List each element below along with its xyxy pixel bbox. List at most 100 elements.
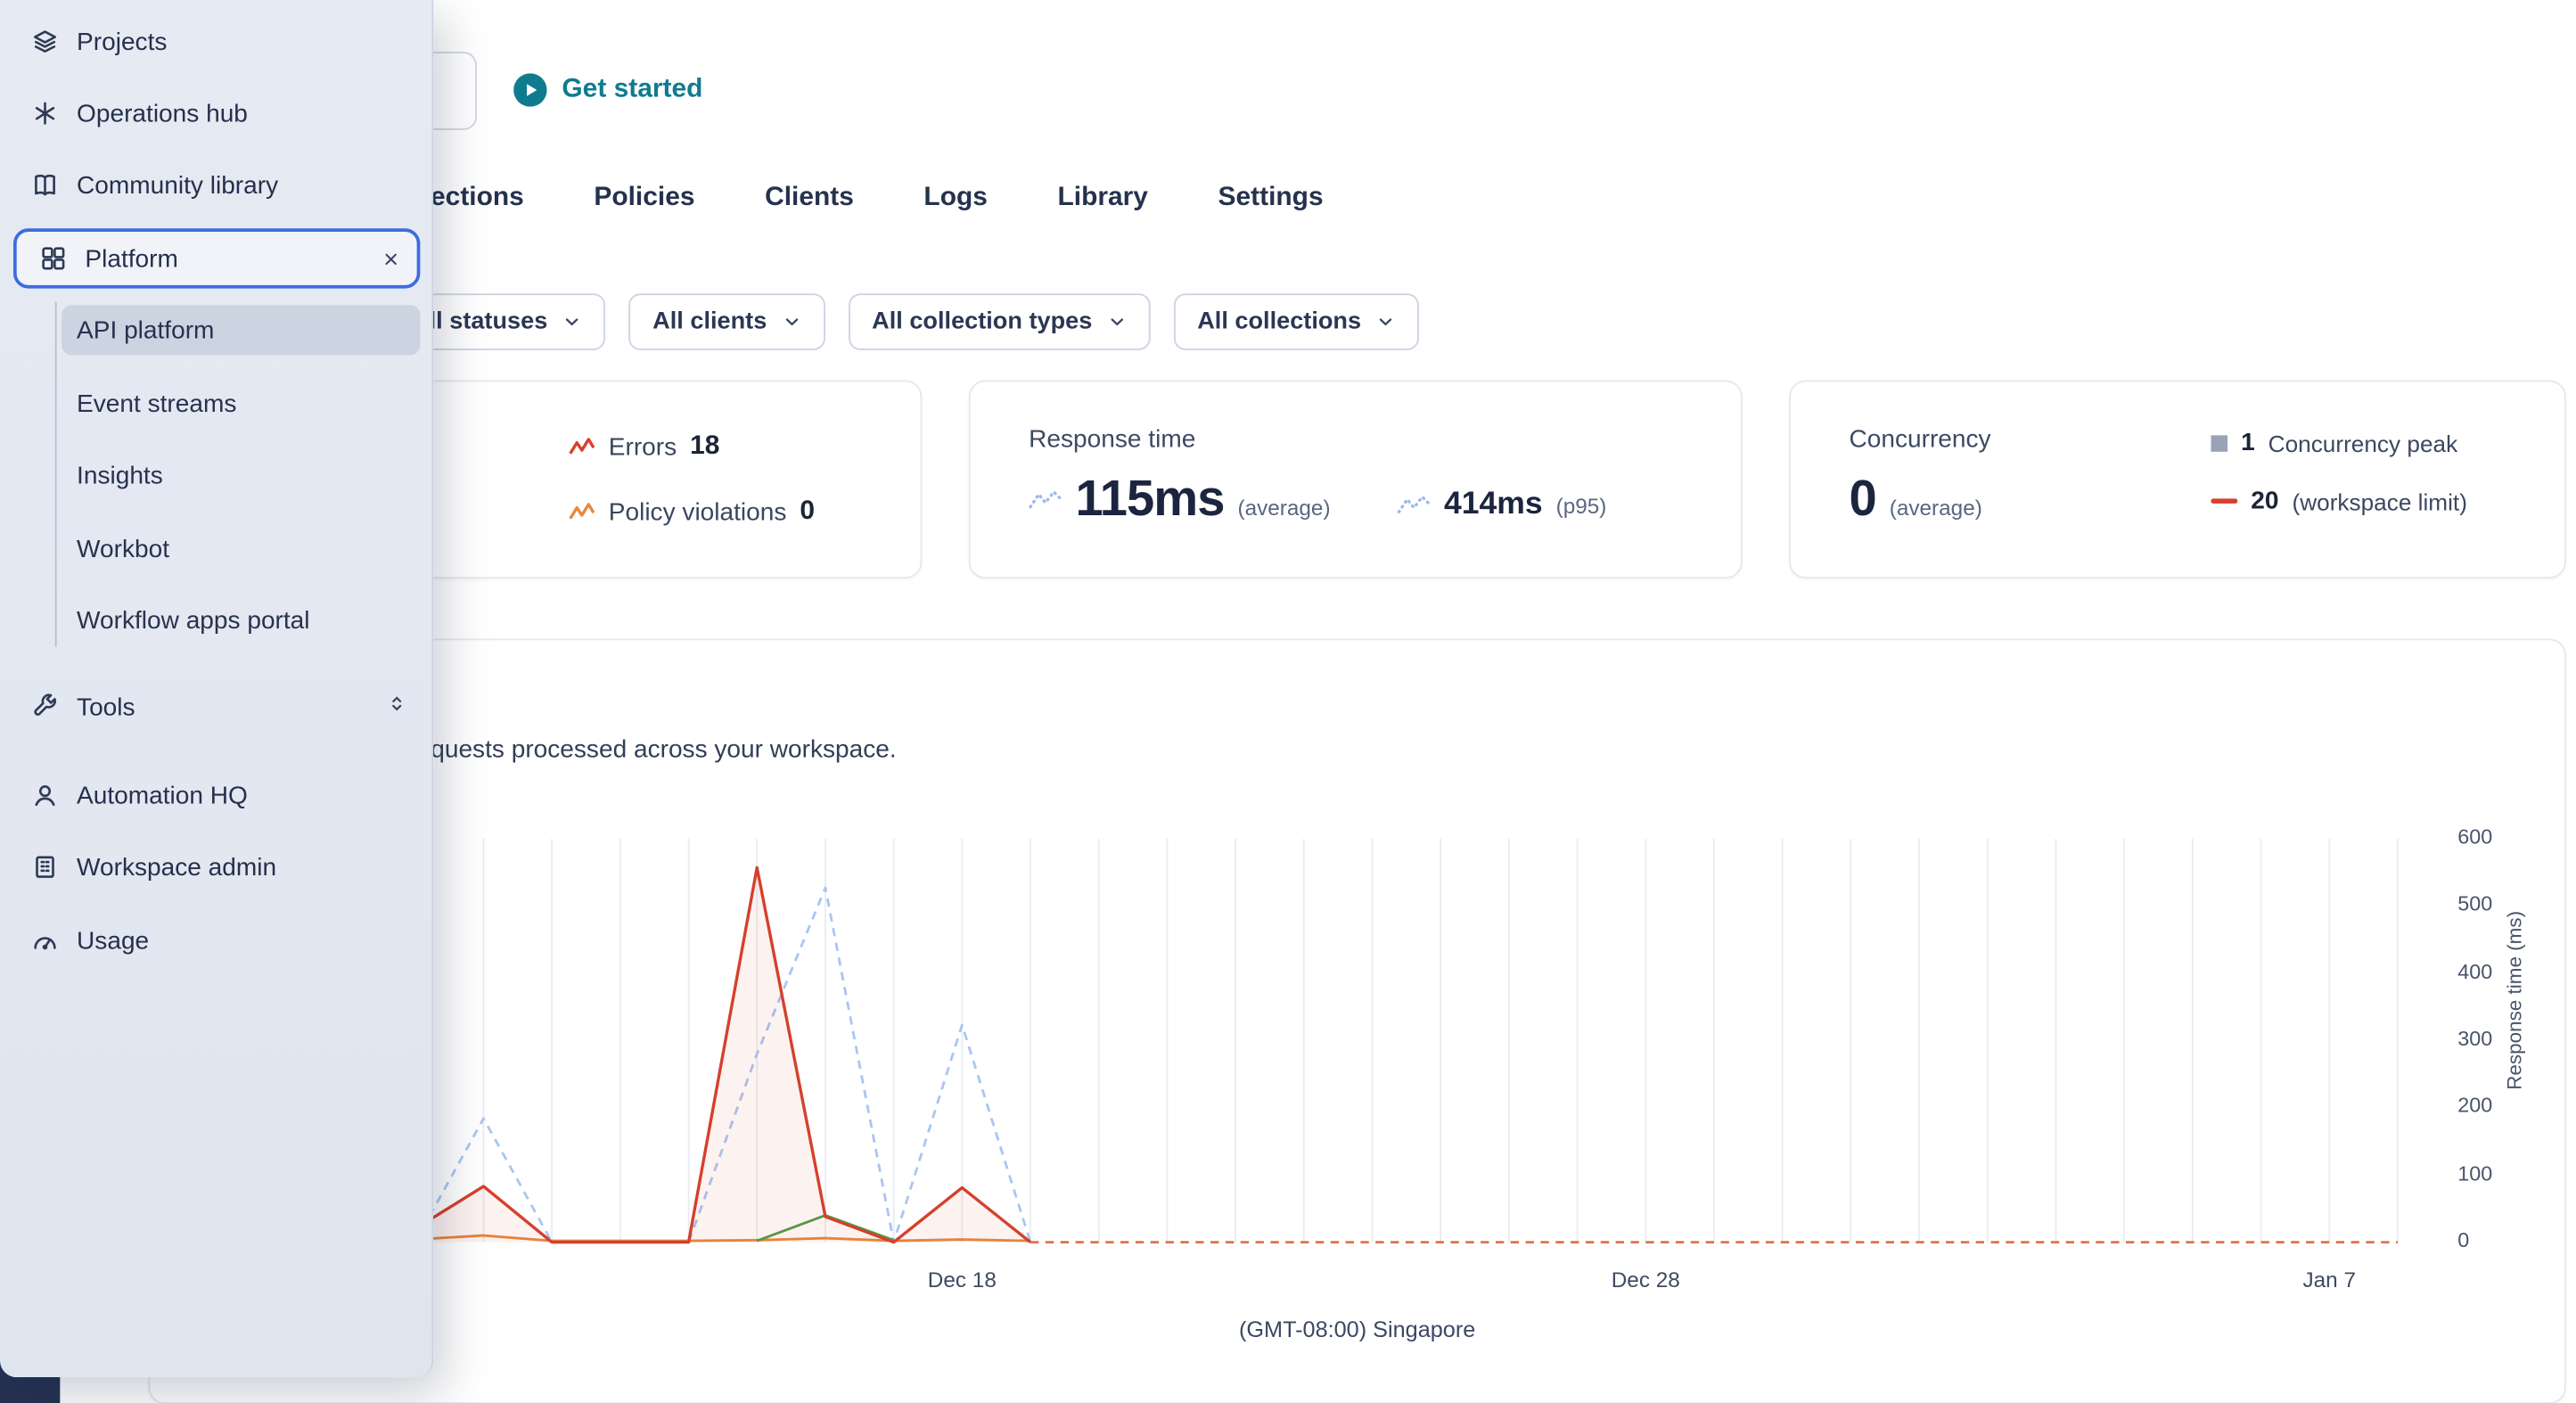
concurrency-peak-label: Concurrency peak: [2268, 429, 2458, 456]
expand-section-button[interactable]: [387, 692, 406, 722]
sidebar-item-label: Projects: [77, 27, 168, 56]
sidebar-item-label: Platform: [85, 244, 178, 273]
chevron-down-icon: [785, 318, 799, 326]
sidebar-subitem-label: API platform: [77, 316, 215, 345]
get-started-label: Get started: [562, 75, 703, 103]
concurrency-avg-unit: (average): [1889, 495, 1982, 521]
red-line-icon: [2211, 497, 2238, 503]
errors-label: Errors: [608, 432, 677, 462]
sidebar-item-platform[interactable]: Platform: [12, 228, 421, 289]
workspace-limit-label: (workspace limit): [2292, 488, 2467, 515]
chart-subtitle: requests processed across your workspace…: [408, 734, 897, 764]
sidebar-item-tools[interactable]: Tools: [0, 677, 433, 736]
sidebar-subitem-api-platform[interactable]: API platform: [62, 305, 421, 356]
response-time-avg-unit: (average): [1237, 495, 1331, 521]
filter-bar: All statuses All clients All collection …: [388, 293, 1420, 350]
filter-all-clients[interactable]: All clients: [628, 293, 825, 350]
sidebar-subitem-insights[interactable]: Insights: [62, 450, 420, 500]
y-axis-tick-label: 100: [2457, 1161, 2493, 1186]
response-time-title: Response time: [1029, 425, 1196, 454]
book-icon: [35, 174, 55, 196]
tab-logs[interactable]: Logs: [923, 184, 987, 214]
y-axis-tick-label: 600: [2457, 825, 2493, 849]
dotted-sparkline-icon: [1029, 489, 1062, 509]
dotted-sparkline-icon: [1397, 494, 1431, 513]
concurrency-avg-value: 0: [1849, 472, 1876, 528]
sidebar-item-workspace-admin[interactable]: Workspace admin: [0, 837, 433, 897]
errors-metric: Errors 18: [569, 431, 720, 462]
grid-icon: [42, 247, 65, 270]
play-circle-icon: [513, 73, 547, 107]
concurrency-card: Concurrency 0 (average) 1 Concurrency pe…: [1789, 380, 2566, 579]
requests-chart-card: requests processed across your workspace…: [148, 638, 2566, 1403]
building-icon: [36, 856, 54, 878]
gauge-icon: [34, 937, 56, 950]
filter-all-collection-types[interactable]: All collection types: [848, 293, 1151, 350]
gray-square-icon: [2211, 434, 2228, 451]
sidebar-item-usage[interactable]: Usage: [0, 910, 433, 970]
policy-violations-metric: Policy violations 0: [569, 496, 815, 527]
sidebar-item-label: Automation HQ: [77, 781, 248, 810]
sidebar-item-projects[interactable]: Projects: [0, 12, 433, 71]
filter-label: All collection types: [872, 308, 1093, 335]
sidebar-subitem-label: Insights: [77, 461, 163, 490]
response-time-average: 115ms (average): [1029, 472, 1331, 529]
response-time-p95-value: 414ms: [1443, 487, 1543, 522]
x-axis-tick-label: Dec 18: [927, 1267, 997, 1292]
person-icon: [35, 785, 55, 807]
chevron-down-icon: [1380, 318, 1392, 326]
sidebar-item-automation-hq[interactable]: Automation HQ: [0, 766, 433, 825]
x-axis-tick-label: Dec 28: [1611, 1267, 1680, 1292]
orange-zigzag-icon: [569, 503, 595, 520]
workspace-limit-row: 20 (workspace limit): [2211, 487, 2467, 515]
y-axis-tick-label: 0: [2457, 1228, 2470, 1252]
response-time-p95: 414ms (p95): [1397, 487, 1607, 523]
sidebar-subitem-label: Event streams: [77, 389, 237, 418]
red-zigzag-icon: [569, 438, 595, 455]
section-tabs: Collections Policies Clients Logs Librar…: [380, 184, 1323, 214]
navigation-flyout: Projects Operations hub Community librar…: [0, 0, 434, 1378]
tab-policies[interactable]: Policies: [594, 184, 694, 214]
subtree-guide-line: [54, 301, 57, 647]
close-icon: [385, 252, 397, 265]
tab-settings[interactable]: Settings: [1218, 184, 1324, 214]
sidebar-subitem-workflow-apps-portal[interactable]: Workflow apps portal: [62, 595, 420, 645]
y-axis-tick-label: 200: [2457, 1094, 2493, 1118]
filter-label: All clients: [652, 308, 767, 335]
concurrency-peak-row: 1 Concurrency peak: [2211, 429, 2467, 457]
sidebar-subitem-label: Workbot: [77, 534, 170, 563]
y-axis-tick-label: 500: [2457, 892, 2493, 916]
concurrency-peak-value: 1: [2241, 428, 2255, 457]
response-time-card: Response time 115ms (average) 414ms (p95…: [968, 380, 1743, 579]
x-axis-tick-label: Jan 7: [2302, 1267, 2356, 1292]
unfold-icon: [392, 696, 402, 711]
sidebar-item-label: Tools: [77, 693, 135, 722]
concurrency-average: 0 (average): [1849, 472, 1981, 529]
sidebar-item-label: Operations hub: [77, 99, 248, 128]
chevron-down-icon: [1111, 318, 1124, 326]
workspace-limit-value: 20: [2251, 487, 2279, 516]
sidebar-item-operations-hub[interactable]: Operations hub: [0, 84, 433, 144]
sidebar-item-label: Usage: [77, 926, 150, 955]
sidebar-subitem-workbot[interactable]: Workbot: [62, 523, 420, 573]
collapse-section-button[interactable]: [381, 250, 400, 268]
tab-clients[interactable]: Clients: [765, 184, 854, 214]
response-time-avg-value: 115ms: [1075, 472, 1226, 528]
wrench-icon: [34, 693, 57, 716]
right-axis-title: Response time (ms): [2502, 910, 2526, 1090]
errors-value: 18: [690, 431, 720, 461]
api-platform-dashboard: Get started Collections Policies Clients…: [0, 0, 2576, 1403]
filter-label: All collections: [1197, 308, 1362, 335]
sidebar-subitem-event-streams[interactable]: Event streams: [62, 379, 420, 429]
asterisk-icon: [35, 102, 55, 125]
sidebar-item-community-library[interactable]: Community library: [0, 155, 433, 215]
sidebar-item-label: Community library: [77, 170, 279, 200]
get-started-link[interactable]: Get started: [513, 73, 703, 107]
policy-violations-value: 0: [800, 496, 816, 526]
response-time-p95-unit: (p95): [1555, 492, 1607, 518]
tab-library[interactable]: Library: [1057, 184, 1147, 214]
concurrency-title: Concurrency: [1849, 425, 1991, 454]
chevron-down-icon: [566, 318, 579, 326]
sidebar-item-label: Workspace admin: [77, 852, 277, 882]
filter-all-collections[interactable]: All collections: [1174, 293, 1420, 350]
